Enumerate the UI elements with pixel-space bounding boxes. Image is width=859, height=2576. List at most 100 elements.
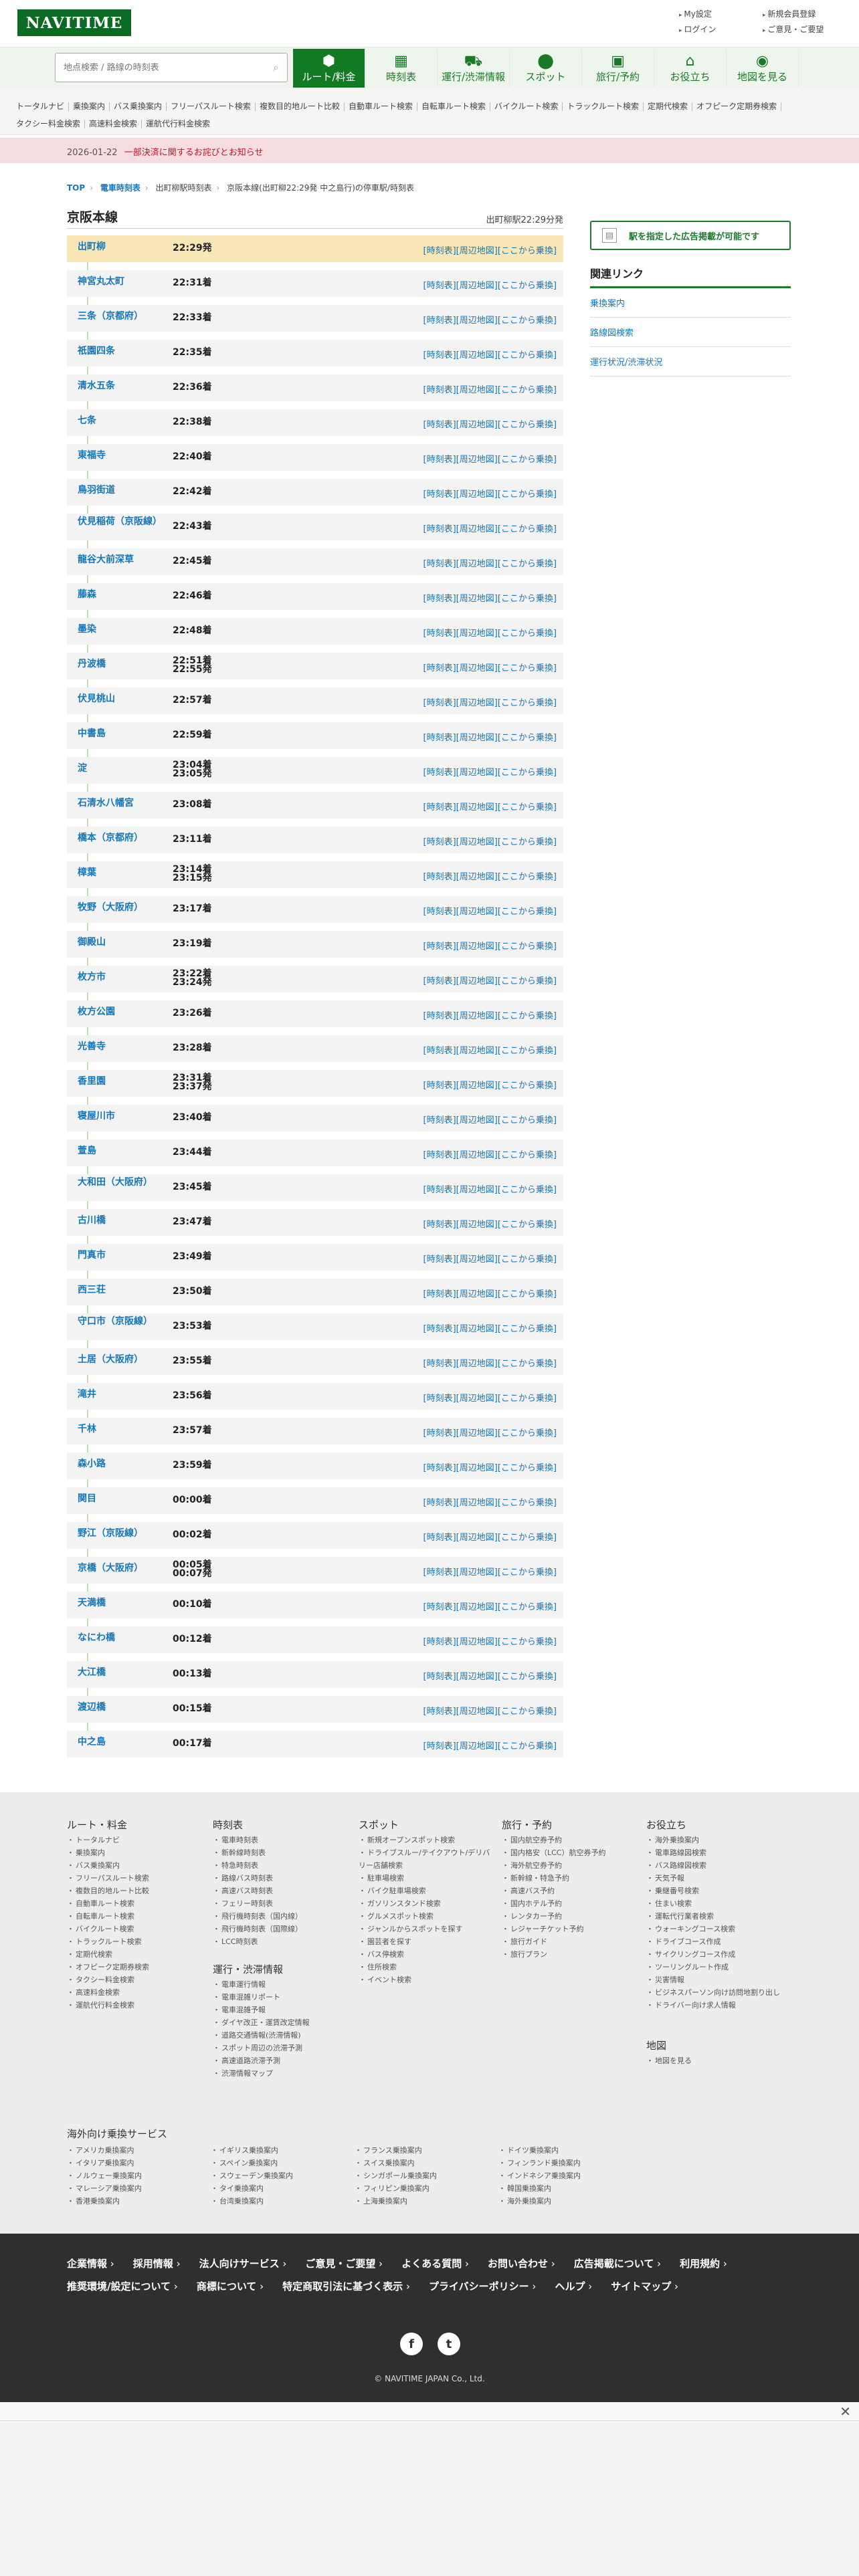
footer-link[interactable]: 住まい検索 [646, 1897, 793, 1910]
map-link[interactable]: 周辺地図 [456, 1115, 498, 1125]
footer-link[interactable]: タクシー料金検索 [67, 1973, 201, 1986]
subnav-link[interactable]: オフピーク定期券検索 [692, 102, 782, 111]
timetable-link[interactable]: 時刻表 [423, 281, 456, 291]
transfer-link[interactable]: ここから乗換 [498, 524, 557, 534]
footer-col-title[interactable]: 地図 [646, 2038, 780, 2053]
map-link[interactable]: 周辺地図 [456, 802, 498, 813]
subnav-link[interactable]: 運航代行料金検索 [142, 120, 214, 128]
station-name-link[interactable]: 淀 [78, 763, 165, 774]
transfer-link[interactable]: ここから乗換 [498, 629, 557, 639]
footer-link[interactable]: 高速バス予約 [502, 1885, 636, 1897]
map-link[interactable]: 周辺地図 [456, 281, 498, 291]
map-link[interactable]: 周辺地図 [456, 629, 498, 639]
timetable-link[interactable]: 時刻表 [423, 837, 456, 847]
nav-tab-5[interactable]: ⌂ お役立ち [654, 49, 727, 88]
nav-tab-0[interactable]: ⬢ ルート/料金 [293, 49, 365, 88]
subnav-link[interactable]: タクシー料金検索 [12, 120, 86, 128]
timetable-link[interactable]: 時刻表 [423, 1672, 456, 1682]
station-name-link[interactable]: 大和田（大阪府） [78, 1177, 165, 1188]
transfer-link[interactable]: ここから乗換 [498, 1046, 557, 1056]
map-link[interactable]: 周辺地図 [456, 1394, 498, 1404]
search-icon[interactable]: ⌕ [273, 61, 279, 74]
transfer-link[interactable]: ここから乗換 [498, 698, 557, 708]
map-link[interactable]: 周辺地図 [456, 594, 498, 604]
footer-link[interactable]: 電車運行情報 [213, 1978, 347, 1991]
footer-link[interactable]: ドライバー向け求人情報 [646, 1999, 793, 2012]
transfer-link[interactable]: ここから乗換 [498, 872, 557, 882]
footer-link[interactable]: ツーリングルート作成 [646, 1961, 793, 1973]
timetable-link[interactable]: 時刻表 [423, 559, 456, 569]
subnav-link[interactable]: 高速料金検索 [85, 120, 142, 128]
station-name-link[interactable]: 東福寺 [78, 450, 165, 461]
map-link[interactable]: 周辺地図 [456, 1428, 498, 1438]
bottom-link[interactable]: お問い合わせ [488, 2252, 555, 2275]
footer-link[interactable]: 旅行ガイド [502, 1935, 636, 1948]
map-link[interactable]: 周辺地図 [456, 524, 498, 534]
twitter-icon[interactable]: t [438, 2333, 460, 2355]
footer-link[interactable]: 駐車場検索 [359, 1872, 492, 1885]
station-name-link[interactable]: 橋本（京都府） [78, 833, 165, 843]
footer-link[interactable]: フリーパスルート検索 [67, 1872, 201, 1885]
transfer-link[interactable]: ここから乗換 [498, 976, 557, 986]
station-name-link[interactable]: 京橋（大阪府） [78, 1563, 165, 1574]
search-box[interactable]: ⌕ [55, 53, 288, 82]
station-name-link[interactable]: 西三荘 [78, 1285, 165, 1295]
transfer-link[interactable]: ここから乗換 [498, 420, 557, 430]
transfer-link[interactable]: ここから乗換 [498, 1707, 557, 1717]
timetable-link[interactable]: 時刻表 [423, 802, 456, 813]
subnav-link[interactable]: バイクルート検索 [490, 102, 563, 111]
map-link[interactable]: 周辺地図 [456, 490, 498, 500]
overseas-link[interactable]: スイス乗換案内 [355, 2157, 498, 2169]
map-link[interactable]: 周辺地図 [456, 1359, 498, 1369]
timetable-link[interactable]: 時刻表 [423, 1185, 456, 1195]
overseas-link[interactable]: 韓国乗換案内 [498, 2182, 642, 2195]
footer-link[interactable]: 飛行機時刻表（国際線） [213, 1923, 347, 1935]
footer-link[interactable]: バイク駐車場検索 [359, 1885, 492, 1897]
breadcrumb-top[interactable]: TOP [67, 183, 85, 193]
station-name-link[interactable]: 伏見桃山 [78, 693, 165, 704]
footer-link[interactable]: ダイヤ改正・運賃改定情報 [213, 2016, 347, 2029]
map-link[interactable]: 周辺地図 [456, 316, 498, 326]
timetable-link[interactable]: 時刻表 [423, 942, 456, 952]
footer-link[interactable]: 電車時刻表 [213, 1834, 347, 1846]
station-name-link[interactable]: 大江橋 [78, 1667, 165, 1678]
timetable-link[interactable]: 時刻表 [423, 1428, 456, 1438]
bottom-link[interactable]: プライバシーポリシー [429, 2275, 536, 2298]
overseas-link[interactable]: フィリピン乗換案内 [355, 2182, 498, 2195]
transfer-link[interactable]: ここから乗換 [498, 1289, 557, 1299]
timetable-link[interactable]: 時刻表 [423, 872, 456, 882]
transfer-link[interactable]: ここから乗換 [498, 1150, 557, 1160]
transfer-link[interactable]: ここから乗換 [498, 1011, 557, 1021]
overseas-link[interactable]: 香港乗換案内 [67, 2195, 211, 2208]
transfer-link[interactable]: ここから乗換 [498, 1568, 557, 1578]
timetable-link[interactable]: 時刻表 [423, 1081, 456, 1091]
footer-link[interactable]: 運航代行料金検索 [67, 1999, 201, 2012]
feedback-link[interactable]: ご意見・ご要望 [763, 23, 846, 35]
footer-link[interactable]: 海外航空券予約 [502, 1859, 636, 1872]
station-name-link[interactable]: 樟葉 [78, 867, 165, 878]
overseas-link[interactable]: スウェーデン乗換案内 [211, 2169, 355, 2182]
map-link[interactable]: 周辺地図 [456, 1324, 498, 1334]
footer-link[interactable]: 災害情報 [646, 1973, 793, 1986]
timetable-link[interactable]: 時刻表 [423, 524, 456, 534]
transfer-link[interactable]: ここから乗換 [498, 455, 557, 465]
nav-tab-6[interactable]: ◉ 地図を見る [727, 49, 799, 88]
map-link[interactable]: 周辺地図 [456, 1046, 498, 1056]
timetable-link[interactable]: 時刻表 [423, 768, 456, 778]
related-link[interactable]: 運行状況/渋滞状況 [590, 347, 791, 377]
map-link[interactable]: 周辺地図 [456, 1463, 498, 1473]
subnav-link[interactable]: 乗換案内 [69, 102, 110, 111]
transfer-link[interactable]: ここから乗換 [498, 1394, 557, 1404]
overseas-link[interactable]: イギリス乗換案内 [211, 2144, 355, 2157]
subnav-link[interactable]: フリーパスルート検索 [167, 102, 256, 111]
my-settings-link[interactable]: My設定 [679, 8, 763, 19]
map-link[interactable]: 周辺地図 [456, 1602, 498, 1612]
footer-link[interactable]: バス路線図検索 [646, 1859, 793, 1872]
footer-col-title[interactable]: ルート・料金 [67, 1818, 201, 1832]
bottom-link[interactable]: サイトマップ [611, 2275, 678, 2298]
map-link[interactable]: 周辺地図 [456, 1707, 498, 1717]
station-name-link[interactable]: 石清水八幡宮 [78, 798, 165, 809]
station-name-link[interactable]: 牧野（大阪府） [78, 902, 165, 913]
footer-link[interactable]: 自動車ルート検索 [67, 1897, 201, 1910]
footer-col-title[interactable]: 運行・渋滞情報 [213, 1962, 347, 1977]
